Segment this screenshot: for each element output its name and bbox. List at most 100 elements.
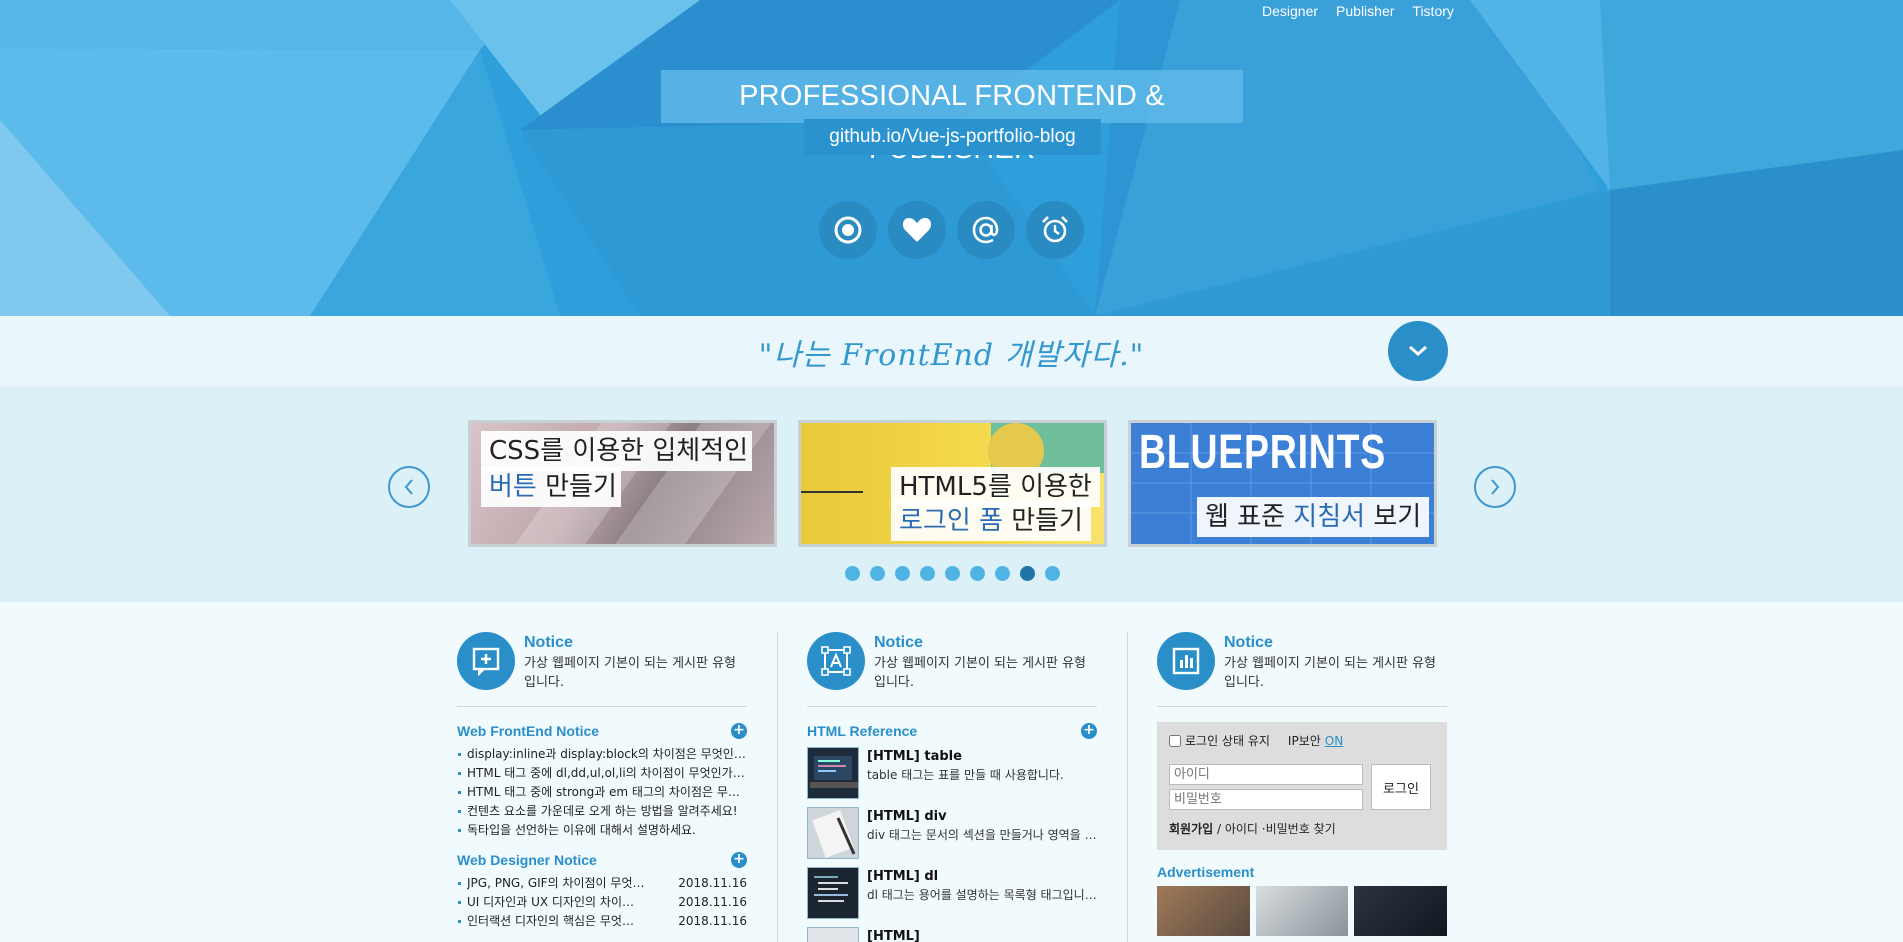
slider-dot[interactable] <box>870 566 885 581</box>
frontend-notice-list: display:inline과 display:block의 차이점은 무엇인가… <box>457 745 747 840</box>
hero-icon-buttons <box>819 201 1084 259</box>
image-slider: CSS를 이용한 입체적인 버튼 만들기 HTML5를 이용한 로그인 폼 만들… <box>0 386 1903 602</box>
alarm-clock-icon[interactable] <box>1026 201 1084 259</box>
reference-item[interactable]: [HTML] <box>807 927 1097 942</box>
column-divider <box>777 632 778 942</box>
slide1-rest: 만들기 <box>536 472 617 502</box>
designer-notice-list: JPG, PNG, GIF의 차이점이 무엇인가요? 2018.11.16 UI … <box>457 874 747 931</box>
more-plus-icon[interactable]: + <box>731 852 747 868</box>
find-account-link[interactable]: 아이디 ·비밀번호 찾기 <box>1225 822 1336 836</box>
keep-login-label: 로그인 상태 유지 <box>1185 734 1270 748</box>
slide2-rest: 만들기 <box>1002 506 1083 536</box>
section-header: Web FrontEnd Notice + <box>457 723 747 739</box>
section-title[interactable]: HTML Reference <box>807 723 917 739</box>
reference-item[interactable]: [HTML] div div 태그는 문서의 섹션을 만들거나 영역을 나눌 때… <box>807 807 1097 859</box>
column-divider <box>1127 632 1128 942</box>
slide-web-standard[interactable]: BLUEPRINTS 웹 표준 지침서 보기 <box>1128 420 1437 547</box>
record-icon[interactable] <box>819 201 877 259</box>
slide2-caption-line2: 로그인 폼 만들기 <box>891 501 1091 541</box>
slider-pagination <box>845 566 1060 581</box>
list-item[interactable]: HTML 태그 중에 strong과 em 태그의 차이점은 무엇인가요? <box>457 783 747 802</box>
ip-security-toggle[interactable]: ON <box>1325 734 1343 748</box>
section-title[interactable]: Web Designer Notice <box>457 852 597 868</box>
reference-thumbnail <box>807 927 859 942</box>
slider-dot[interactable] <box>995 566 1010 581</box>
reference-title: [HTML] div <box>867 809 947 824</box>
nav-publisher-link[interactable]: Publisher <box>1336 3 1394 19</box>
password-field[interactable] <box>1169 789 1363 810</box>
scroll-down-button[interactable] <box>1388 321 1448 381</box>
section-header: HTML Reference + <box>807 723 1097 739</box>
slider-next-button[interactable] <box>1474 466 1516 508</box>
content-section: Notice 가상 웹페이지 기본이 되는 게시판 유형입니다. Web Fro… <box>0 602 1903 942</box>
bar-chart-icon <box>1157 632 1215 690</box>
at-sign-icon[interactable] <box>957 201 1015 259</box>
slider-dot[interactable] <box>945 566 960 581</box>
quote-band: "나는 FrontEnd 개발자다." <box>0 316 1903 386</box>
slide-css-button[interactable]: CSS를 이용한 입체적인 버튼 만들기 <box>468 420 777 547</box>
list-item[interactable]: 인터랙션 디자인의 핵심은 무엇인가요? 2018.11.16 <box>457 912 747 931</box>
nav-designer-link[interactable]: Designer <box>1262 3 1318 19</box>
text-frame-icon <box>807 632 865 690</box>
slider-dot[interactable] <box>845 566 860 581</box>
list-item[interactable]: 독타입을 선언하는 이유에 대해서 설명하세요. <box>457 821 747 840</box>
hero-section: Designer Publisher Tistory PROFESSIONAL … <box>0 0 1903 316</box>
heart-icon[interactable] <box>888 201 946 259</box>
keep-login-checkbox[interactable] <box>1169 734 1181 747</box>
hero-subtitle: github.io/Vue-js-portfolio-blog <box>804 119 1101 155</box>
slide3-banner: BLUEPRINTS <box>1139 426 1387 479</box>
nav-tistory-link[interactable]: Tistory <box>1412 3 1453 19</box>
notice-column-2: Notice 가상 웹페이지 기본이 되는 게시판 유형입니다. HTML Re… <box>807 632 1097 942</box>
slide1-highlight: 버튼 <box>489 472 537 502</box>
section-header: Web Designer Notice + <box>457 852 747 868</box>
slider-dot[interactable] <box>895 566 910 581</box>
chevron-left-icon <box>404 479 413 495</box>
slider-dot[interactable] <box>1045 566 1060 581</box>
column-title: Notice <box>1224 634 1273 651</box>
item-date: 2018.11.16 <box>678 876 747 890</box>
ad-thumbnail[interactable] <box>1354 886 1448 936</box>
advertisement-list <box>1157 886 1448 936</box>
slider-prev-button[interactable] <box>388 466 430 508</box>
reference-thumbnail <box>807 747 859 799</box>
list-item[interactable]: display:inline과 display:block의 차이점은 무엇인가… <box>457 745 747 764</box>
slide1-caption-line1: CSS를 이용한 입체적인 <box>481 431 753 471</box>
slider-dot[interactable] <box>1020 566 1035 581</box>
column-title: Notice <box>874 634 923 651</box>
slider-dot[interactable] <box>970 566 985 581</box>
slide2-highlight: 로그인 폼 <box>899 506 1003 536</box>
more-plus-icon[interactable]: + <box>1081 723 1097 739</box>
more-plus-icon[interactable]: + <box>731 723 747 739</box>
login-options: 로그인 상태 유지 IP보안 ON <box>1169 732 1435 749</box>
list-item[interactable]: HTML 태그 중에 dl,dd,ul,ol,li의 차이점이 무엇인가요? <box>457 764 747 783</box>
id-field[interactable] <box>1169 764 1363 785</box>
notice-column-1: Notice 가상 웹페이지 기본이 되는 게시판 유형입니다. Web Fro… <box>457 632 747 931</box>
list-item[interactable]: 컨텐츠 요소를 가운데로 오게 하는 방법을 알려주세요! <box>457 802 747 821</box>
slide-html5-login[interactable]: HTML5를 이용한 로그인 폼 만들기 <box>798 420 1107 547</box>
list-item[interactable]: UI 디자인과 UX 디자인의 차이점은? 2018.11.16 <box>457 893 747 912</box>
reference-item[interactable]: [HTML] dl dl 태그는 용어를 설명하는 목록형 태그입니다. <box>807 867 1097 919</box>
chevron-right-icon <box>1491 479 1500 495</box>
quote-text: "나는 FrontEnd 개발자다." <box>758 338 1145 373</box>
ad-thumbnail[interactable] <box>1255 886 1349 936</box>
column-title: Notice <box>524 634 573 651</box>
login-button[interactable]: 로그인 <box>1371 764 1431 810</box>
item-date: 2018.11.16 <box>678 895 747 909</box>
item-title: UI 디자인과 UX 디자인의 차이점은? <box>467 895 645 909</box>
reference-thumbnail <box>807 867 859 919</box>
top-navigation: Designer Publisher Tistory <box>1262 3 1472 19</box>
slider-dot[interactable] <box>920 566 935 581</box>
reference-description: dl 태그는 용어를 설명하는 목록형 태그입니다. <box>867 888 1097 902</box>
signup-link[interactable]: 회원가입 <box>1169 822 1213 836</box>
chevron-down-icon <box>1409 345 1427 356</box>
reference-item[interactable]: [HTML] table table 태그는 표를 만들 때 사용합니다. <box>807 747 1097 799</box>
section-title[interactable]: Web FrontEnd Notice <box>457 723 599 739</box>
slide3-highlight: 지침서 <box>1293 502 1366 532</box>
slide3-caption: 웹 표준 지침서 보기 <box>1197 497 1430 537</box>
list-item[interactable]: JPG, PNG, GIF의 차이점이 무엇인가요? 2018.11.16 <box>457 874 747 893</box>
item-title: 인터랙션 디자인의 핵심은 무엇인가요? <box>467 914 645 928</box>
ad-thumbnail[interactable] <box>1157 886 1250 936</box>
link-separator: / <box>1213 822 1225 836</box>
hero-title: PROFESSIONAL FRONTEND & PUBLISHER <box>661 70 1243 165</box>
slide3-rest: 보기 <box>1365 502 1422 532</box>
